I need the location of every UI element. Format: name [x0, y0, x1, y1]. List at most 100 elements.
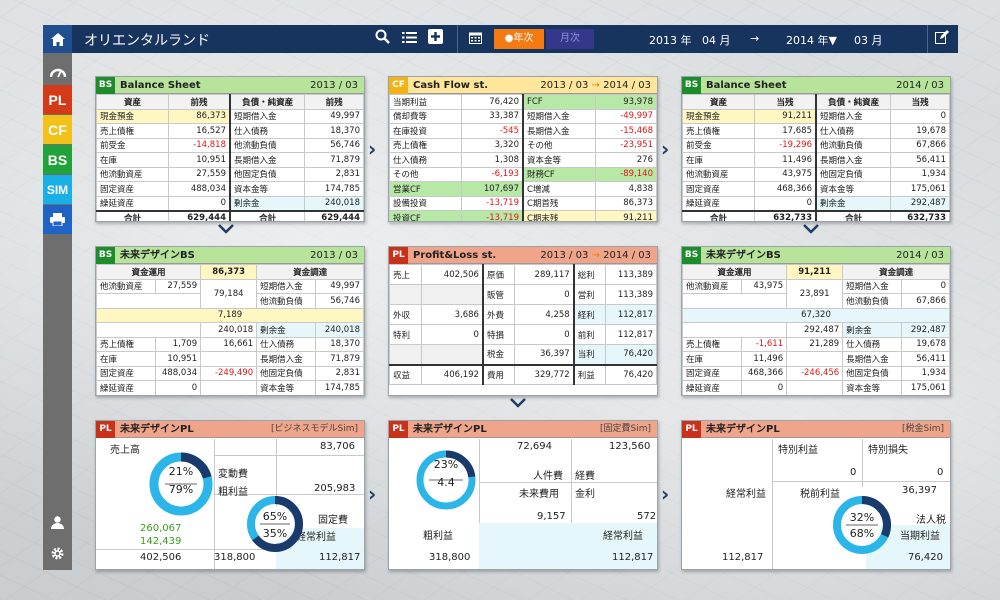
cell: 16,527 [168, 123, 231, 139]
user-icon[interactable] [43, 508, 72, 537]
sidebar-sim-button[interactable]: SIM [43, 175, 72, 204]
chevron-down-icon[interactable] [803, 222, 819, 238]
cell: 86,373 [594, 195, 657, 211]
cell [389, 344, 423, 365]
pl-tag: PL [389, 421, 408, 438]
dashboard-gauge-icon[interactable] [43, 57, 72, 86]
cell: 設備投資 [389, 195, 463, 211]
future-bs-2014-card[interactable]: BS 未来デザインBS 2014 / 03 資金運用 91,211 資金調達 他流動資… [681, 246, 951, 396]
cell: 292,487 [890, 195, 950, 211]
cell [682, 293, 788, 309]
edit-icon[interactable] [932, 29, 952, 49]
search-icon[interactable] [372, 29, 392, 49]
cell: 11,496 [754, 152, 817, 168]
date-from: 2013 / 03 [540, 250, 589, 261]
table-row: 売上 402,506 原価 289,117 総利 113,389 [389, 264, 657, 285]
cell: 長期借入金 [229, 152, 306, 168]
future-pl-fixed-cost-card[interactable]: PL 未来デザインPL [固定費Sim] 72,694 123,560 人件費 経… [388, 420, 658, 570]
to-month[interactable]: 03 月 [854, 32, 883, 48]
col-header: 資金調達 [256, 264, 364, 280]
cell: 86,373 [168, 108, 231, 124]
table-row: 繰延資産 0 剰余金 240,018 [96, 195, 364, 211]
total-row: 合計 629,444 合計 629,444 [96, 209, 364, 221]
table-row: 在庫 11,496 長期借入金 56,411 [682, 152, 950, 168]
table-row: 投資CF -13,719 C期末残 91,211 [389, 210, 657, 221]
cell: 長期借入金 [815, 152, 892, 168]
balance-sheet-2014-card[interactable]: BS Balance Sheet 2014 / 03 資産 当残 負債・純資産 当残 現… [681, 76, 951, 222]
cell: 在庫投資 [389, 123, 463, 139]
card-date-range: 2013 / 03 → 2014 / 03 [540, 247, 651, 264]
cell: 240,018 [314, 322, 364, 338]
card-header: CF Cash Flow st. 2013 / 03 → 2014 / 03 [389, 77, 657, 94]
chevron-right-icon[interactable]: › [661, 137, 669, 161]
chevron-down-icon[interactable] [510, 396, 526, 412]
cell: 合計 [815, 209, 892, 221]
cell: 資本金等 [842, 380, 902, 395]
cell: 0 [168, 195, 231, 211]
chevron-right-icon[interactable]: › [368, 482, 376, 506]
cell: 前受金 [682, 137, 756, 153]
col-header: 91,211 [786, 264, 844, 280]
col-header: 当残 [890, 94, 950, 110]
chevron-right-icon[interactable]: › [368, 137, 376, 161]
add-icon[interactable] [425, 29, 445, 49]
donut-percent-top: 32% [849, 511, 875, 524]
cell: 79,184 [200, 278, 258, 309]
special-profit-label: 特別利益 [778, 445, 818, 456]
col-header: 当残 [754, 94, 817, 110]
profit-loss-card[interactable]: PL Profit&Loss st. 2013 / 03 → 2014 / 03 … [388, 246, 658, 396]
sidebar-cf-button[interactable]: CF [43, 115, 72, 144]
cell: 23,891 [786, 278, 844, 309]
cell: 329,772 [514, 363, 575, 385]
cell: 93,978 [594, 94, 657, 110]
print-icon[interactable] [43, 205, 72, 234]
cell: 2,831 [304, 166, 364, 182]
special-loss-label: 特別損失 [868, 445, 908, 456]
cell: 71,879 [304, 152, 364, 168]
future-pl-tax-card[interactable]: PL 未来デザインPL [税金Sim] 特別利益 特別損失 0 0 経常利益 税前… [681, 420, 951, 570]
cell: 56,746 [304, 137, 364, 153]
to-year-select[interactable]: 2014 年▼ [786, 32, 837, 48]
gear-icon[interactable] [43, 539, 72, 568]
cash-flow-card[interactable]: CF Cash Flow st. 2013 / 03 → 2014 / 03 当期… [388, 76, 658, 222]
from-month[interactable]: 04 月 [702, 32, 731, 48]
table-row: 外収 3,686 外費 4,258 経利 112,817 [389, 304, 657, 325]
period-monthly-toggle[interactable]: 月次 [546, 29, 594, 49]
future-bs-2013-card[interactable]: BS 未来デザインBS 2013 / 03 資金運用 86,373 資金調達 他流動資… [95, 246, 365, 396]
table-row: 売上債権 1,709 16,661 仕入債務 18,370 [96, 336, 364, 352]
cell: 1,308 [461, 152, 524, 168]
table-row: 売上債権 17,685 仕入債務 19,678 [682, 123, 950, 139]
table-row: 販管 0 営利 113,389 [389, 284, 657, 305]
list-icon[interactable] [399, 29, 419, 49]
cell: 107,697 [461, 181, 524, 197]
cell: 632,733 [754, 209, 817, 221]
future-pl-business-model-card[interactable]: PL 未来デザインPL [ビジネスモデルSim] 売上高 83,706 変動費 粗… [95, 420, 365, 570]
cell: 3,686 [421, 304, 484, 325]
period-annual-toggle[interactable]: ●年次 [494, 29, 544, 49]
cell: -49,997 [594, 108, 657, 124]
calendar-icon[interactable] [465, 29, 485, 49]
home-icon[interactable] [43, 25, 72, 53]
sidebar-bs-button[interactable]: BS [43, 145, 72, 174]
cell: 外費 [482, 304, 516, 325]
divider [479, 439, 480, 523]
cell: 632,733 [890, 209, 950, 221]
from-year[interactable]: 2013 年 [649, 32, 692, 48]
sidebar-pl-button[interactable]: PL [43, 85, 72, 114]
chevron-down-icon[interactable] [218, 222, 234, 238]
cell: 仕入債務 [815, 123, 892, 139]
chevron-right-icon[interactable]: › [661, 482, 669, 506]
cell: 剰余金 [256, 322, 316, 338]
cell: 売上債権 [96, 123, 170, 139]
sales-label: 売上高 [110, 445, 140, 456]
cell: 仕入債務 [389, 152, 463, 168]
col-header: 前残 [168, 94, 231, 110]
gross-total-value: 318,800 [214, 552, 256, 563]
interest-value: 572 [637, 511, 657, 522]
balance-sheet-2013-card[interactable]: BS Balance Sheet 2013 / 03 資産 前残 負債・純資産 前残 現… [95, 76, 365, 222]
cell: 剰余金 [842, 322, 902, 338]
cell: 276 [594, 152, 657, 168]
col-header: 負債・純資産 [815, 94, 892, 110]
cell: -19,296 [754, 137, 817, 153]
divider [479, 482, 657, 483]
